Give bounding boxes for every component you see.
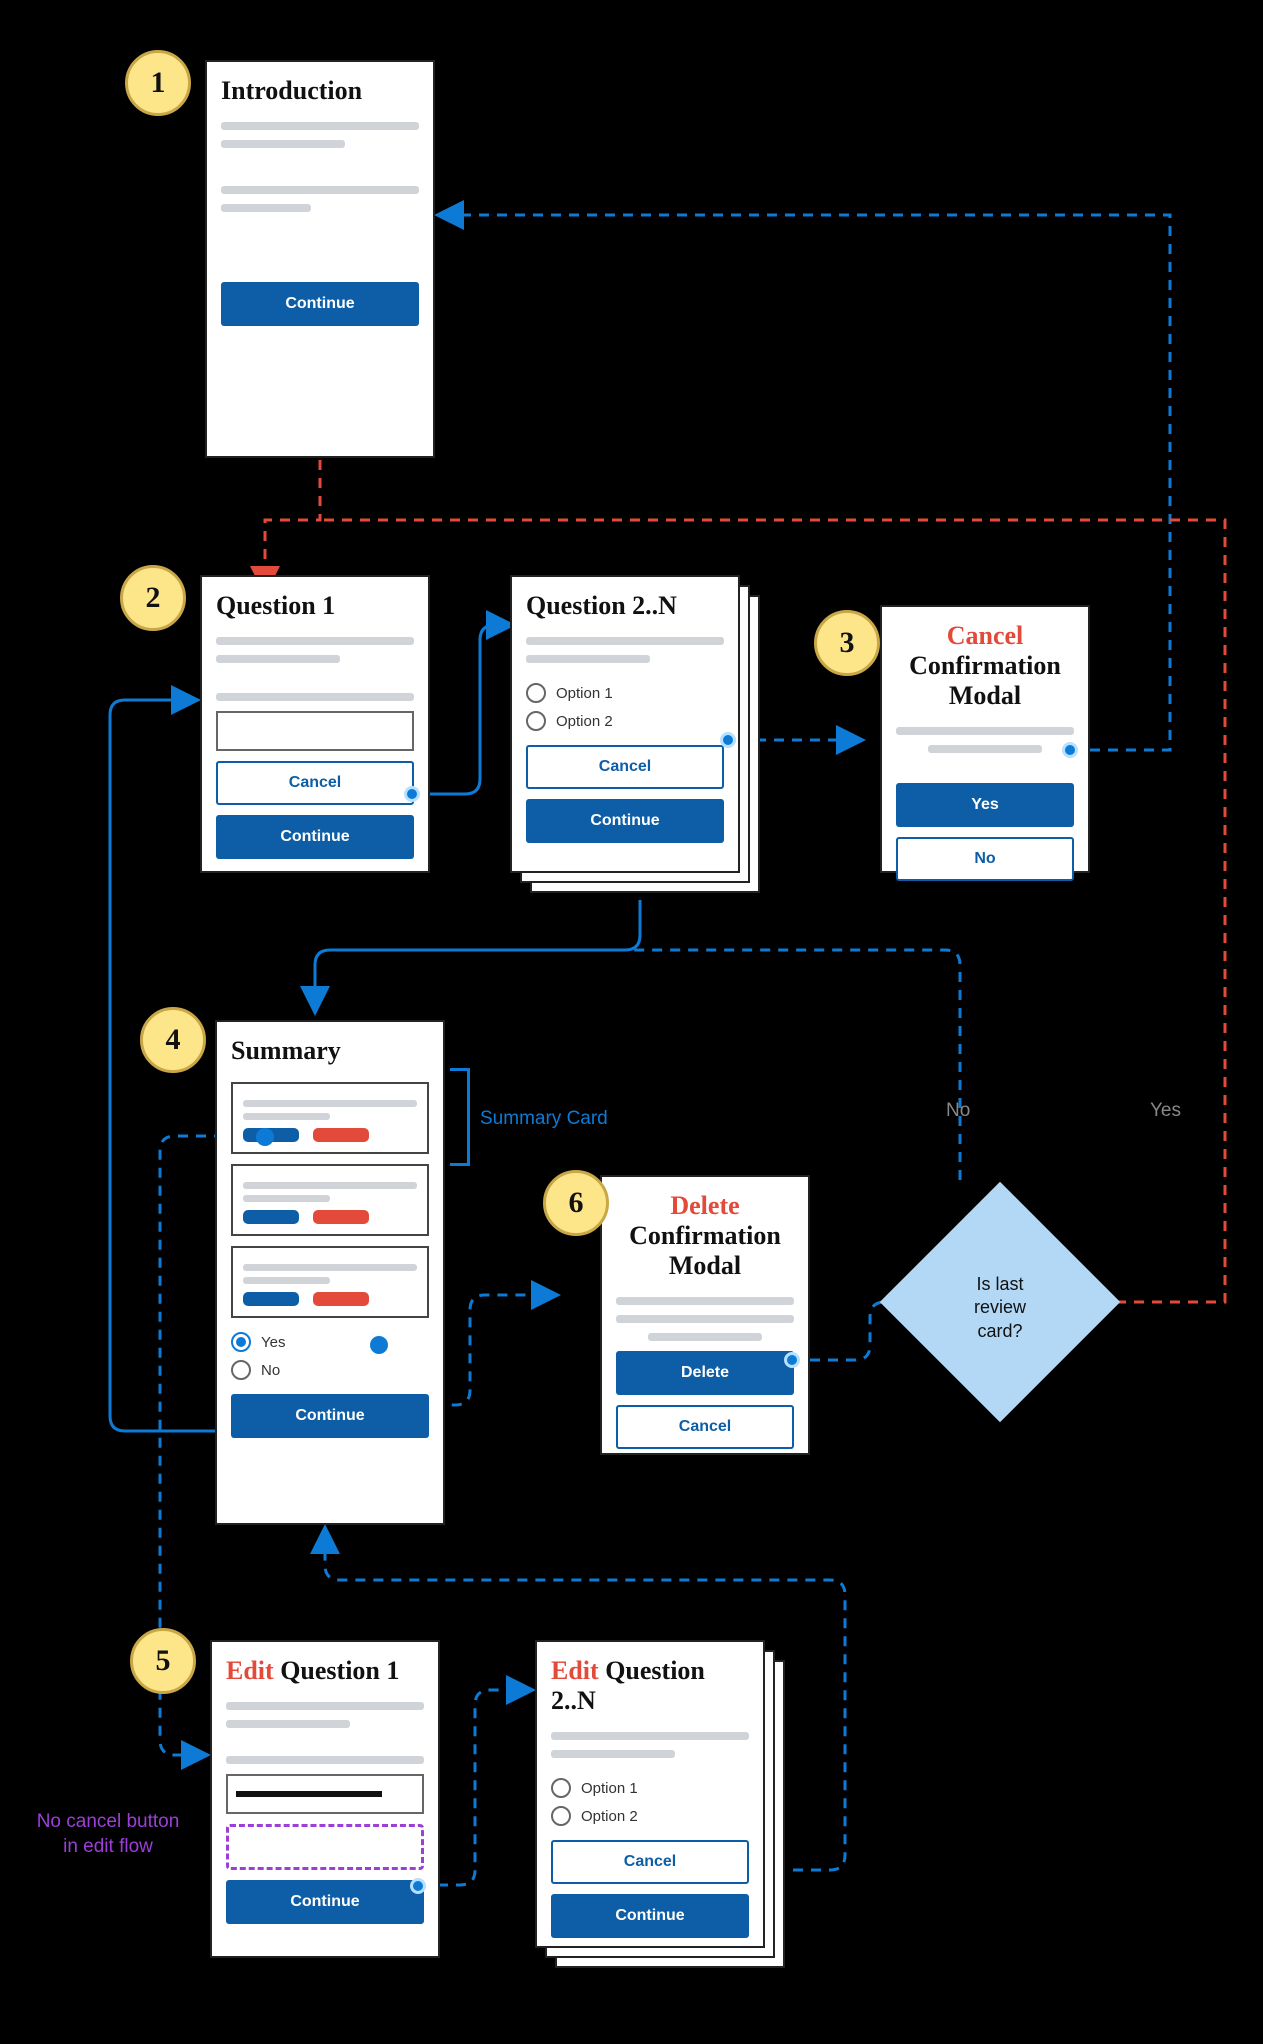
connector-dot [404,786,420,802]
cancel-modal-card: Cancel Confirmation Modal Yes No [880,605,1090,873]
qN-continue-button[interactable]: Continue [526,799,724,843]
q1-cancel-button[interactable]: Cancel [216,761,414,805]
step-badge-6: 6 [543,1170,609,1236]
qN-title: Question 2..N [512,577,738,627]
step-badge-4: 4 [140,1007,206,1073]
edit-qN-title: Edit Question 2..N [537,1642,763,1722]
cancel-modal-no-button[interactable]: No [896,837,1074,881]
radio-off-icon [231,1360,251,1380]
diamond-no-label: No [946,1100,970,1122]
edit-qN-option1[interactable]: Option 1 [537,1774,763,1802]
summary-card-bracket [450,1068,470,1166]
radio-on-icon [231,1332,251,1352]
step-badge-1: 1 [125,50,191,116]
no-cancel-note: No cancel button in edit flow [18,1810,198,1859]
edit-q1-text-input[interactable] [226,1774,424,1814]
edit-q1-card: Edit Question 1 Continue [210,1640,440,1958]
summary-continue-button[interactable]: Continue [231,1394,429,1438]
summary-item-3 [231,1246,429,1318]
questionN-card: Question 2..N Option 1 Option 2 Cancel C… [510,575,740,873]
missing-cancel-placeholder [226,1824,424,1870]
decision-diamond-label: Is last review card? [915,1273,1085,1343]
qN-option2[interactable]: Option 2 [512,707,738,735]
edit-q1-title: Edit Question 1 [212,1642,438,1692]
q1-text-input[interactable] [216,711,414,751]
delete-modal-cancel-button[interactable]: Cancel [616,1405,794,1449]
intro-title: Introduction [207,62,433,112]
summary-item-2 [231,1164,429,1236]
delete-modal-title: Delete Confirmation Modal [602,1177,808,1287]
question1-card: Question 1 Cancel Continue [200,575,430,873]
delete-pill[interactable] [313,1128,369,1142]
connector-dot [784,1352,800,1368]
delete-modal-card: Delete Confirmation Modal Delete Cancel [600,1175,810,1455]
qN-option1[interactable]: Option 1 [512,679,738,707]
summary-yes-option[interactable]: Yes [217,1328,443,1356]
edit-qN-cancel-button[interactable]: Cancel [551,1840,749,1884]
edit-qN-card: Edit Question 2..N Option 1 Option 2 Can… [535,1640,765,1948]
connector-dot [1062,742,1078,758]
delete-modal-delete-button[interactable]: Delete [616,1351,794,1395]
cancel-modal-title: Cancel Confirmation Modal [882,607,1088,717]
connector-dot [720,732,736,748]
diamond-yes-label: Yes [1150,1100,1181,1122]
edit-qN-continue-button[interactable]: Continue [551,1894,749,1938]
radio-off-icon [551,1806,571,1826]
summary-title: Summary [217,1022,443,1072]
step-badge-2: 2 [120,565,186,631]
summary-card-label: Summary Card [480,1108,608,1130]
step-badge-5: 5 [130,1628,196,1694]
step-badge-3: 3 [814,610,880,676]
delete-pill[interactable] [313,1210,369,1224]
edit-q1-continue-button[interactable]: Continue [226,1880,424,1924]
intro-card: Introduction Continue [205,60,435,458]
edit-pill[interactable] [243,1210,299,1224]
cancel-modal-yes-button[interactable]: Yes [896,783,1074,827]
edit-pill[interactable] [243,1292,299,1306]
q1-title: Question 1 [202,577,428,627]
qN-cancel-button[interactable]: Cancel [526,745,724,789]
summary-no-option[interactable]: No [217,1356,443,1384]
delete-pill[interactable] [313,1292,369,1306]
intro-continue-button[interactable]: Continue [221,282,419,326]
connector-dot [370,1336,388,1354]
radio-off-icon [526,683,546,703]
radio-off-icon [551,1778,571,1798]
edit-qN-option2[interactable]: Option 2 [537,1802,763,1830]
radio-off-icon [526,711,546,731]
connector-dot [256,1128,274,1146]
q1-continue-button[interactable]: Continue [216,815,414,859]
connector-dot [410,1878,426,1894]
summary-card: Summary Yes No Continue [215,1020,445,1525]
